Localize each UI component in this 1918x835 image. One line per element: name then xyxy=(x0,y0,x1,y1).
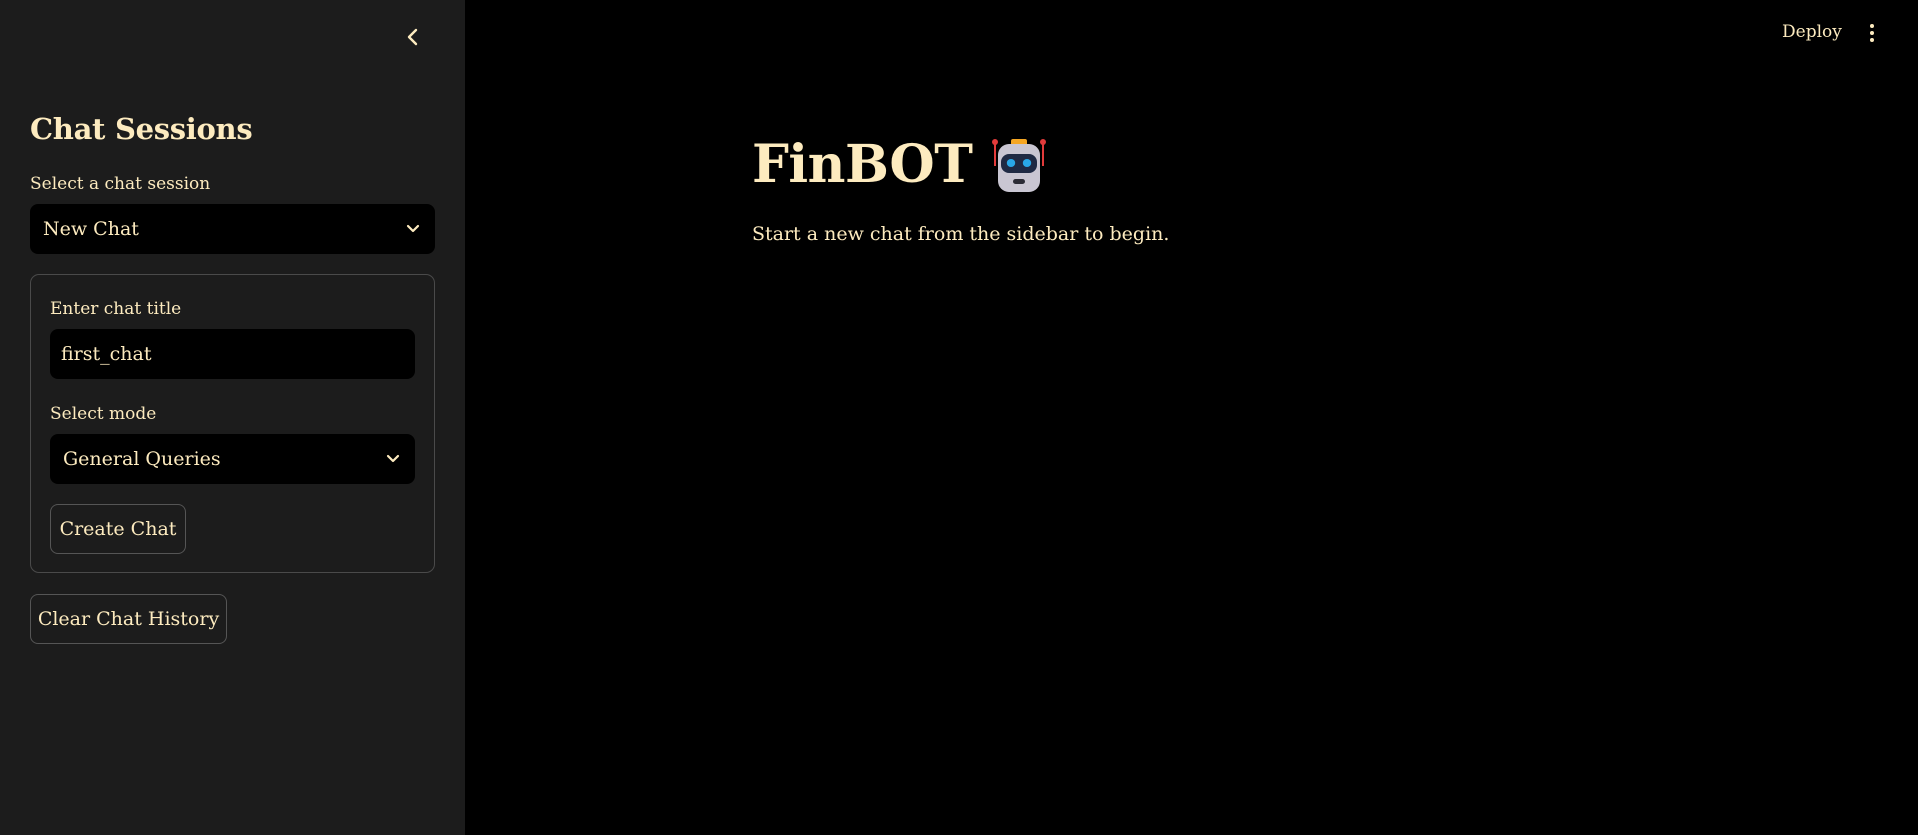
mode-select-value: General Queries xyxy=(63,448,221,470)
clear-chat-history-button[interactable]: Clear Chat History xyxy=(30,594,227,644)
chevron-down-icon xyxy=(405,221,421,237)
collapse-sidebar-button[interactable] xyxy=(398,22,428,52)
session-select-value: New Chat xyxy=(43,218,139,240)
create-chat-button[interactable]: Create Chat xyxy=(50,504,186,554)
session-select-label: Select a chat session xyxy=(30,174,211,194)
mode-select-label: Select mode xyxy=(50,404,157,424)
page-title: FinBOT xyxy=(752,134,1048,195)
chat-title-input[interactable] xyxy=(50,329,415,379)
more-options-icon[interactable] xyxy=(1862,20,1882,46)
sidebar-title: Chat Sessions xyxy=(30,112,253,146)
sidebar: Chat Sessions Select a chat session New … xyxy=(0,0,465,835)
chevron-left-icon xyxy=(407,28,418,46)
mode-select[interactable]: General Queries xyxy=(50,434,415,484)
robot-face-icon xyxy=(992,138,1047,192)
page-title-text: FinBOT xyxy=(752,134,973,195)
chat-title-label: Enter chat title xyxy=(50,299,182,319)
chevron-down-icon xyxy=(385,451,401,467)
page-subtitle: Start a new chat from the sidebar to beg… xyxy=(752,223,1170,245)
deploy-button[interactable]: Deploy xyxy=(1782,22,1842,42)
session-select[interactable]: New Chat xyxy=(30,204,435,254)
